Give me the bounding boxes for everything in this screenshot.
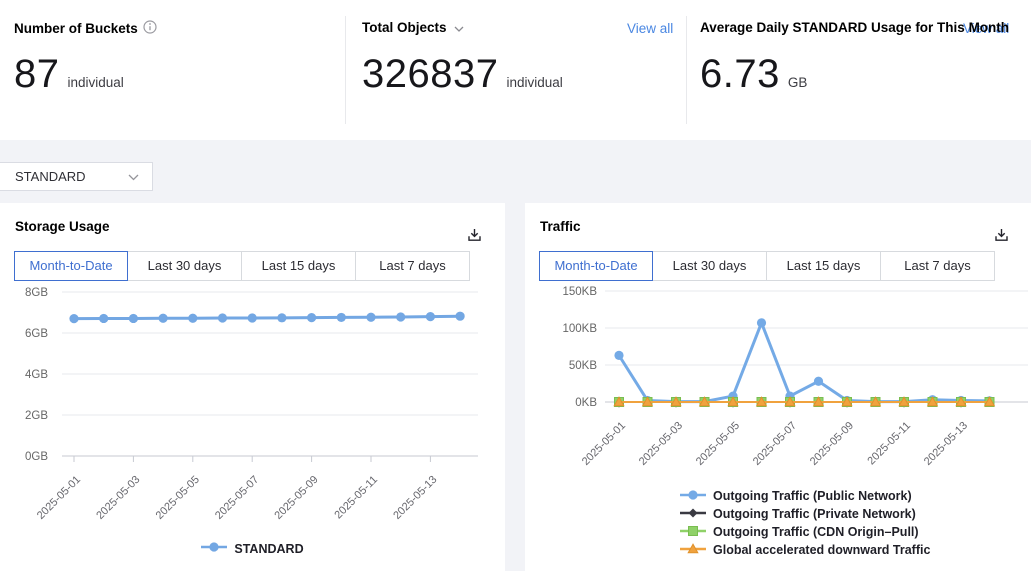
storage-class-select-value: STANDARD	[15, 169, 86, 184]
legend-label-standard: STANDARD	[234, 542, 303, 556]
legend-label-global-accelerated: Global accelerated downward Traffic	[713, 543, 930, 557]
storage-legend: STANDARD	[0, 541, 505, 556]
stat-value-buckets: 87	[14, 52, 60, 97]
traffic-tab-month-to-date[interactable]: Month-to-Date	[539, 251, 653, 281]
legend-marker-private-network	[680, 507, 706, 522]
svg-text:2025-05-13: 2025-05-13	[922, 420, 970, 468]
svg-text:0KB: 0KB	[575, 397, 597, 409]
legend-marker-cdn-origin-pull	[680, 525, 706, 540]
storage-tab-group: Month-to-Date Last 30 days Last 15 days …	[14, 251, 470, 281]
stat-title-buckets: Number of Buckets	[14, 20, 157, 37]
chevron-down-icon	[454, 20, 464, 35]
svg-text:6GB: 6GB	[25, 328, 48, 340]
stat-title-avg-usage-label: Average Daily STANDARD Usage for This Mo…	[700, 20, 1009, 35]
legend-marker-public-network	[680, 489, 706, 504]
traffic-chart[interactable]: 0KB50KB100KB150KB2025-05-012025-05-03202…	[525, 283, 1031, 483]
legend-label-public-network: Outgoing Traffic (Public Network)	[713, 489, 912, 503]
svg-text:100KB: 100KB	[562, 323, 597, 335]
svg-text:2025-05-13: 2025-05-13	[391, 474, 439, 522]
svg-text:50KB: 50KB	[569, 360, 597, 372]
legend-marker-global-accelerated	[680, 543, 706, 558]
traffic-tab-last-30-days[interactable]: Last 30 days	[653, 251, 767, 281]
storage-tab-month-to-date[interactable]: Month-to-Date	[14, 251, 128, 281]
svg-text:2025-05-11: 2025-05-11	[332, 474, 380, 522]
legend-item-standard[interactable]: STANDARD	[201, 541, 303, 556]
storage-tab-last-7-days[interactable]: Last 7 days	[356, 251, 470, 281]
svg-text:2025-05-01: 2025-05-01	[580, 420, 628, 468]
stat-unit-buckets: individual	[68, 75, 124, 90]
svg-text:0GB: 0GB	[25, 451, 48, 463]
legend-item-cdn-origin-pull[interactable]: Outgoing Traffic (CDN Origin–Pull)	[680, 523, 930, 541]
stat-value-avg-usage: 6.73	[700, 52, 780, 97]
svg-text:2GB: 2GB	[25, 410, 48, 422]
stat-panel-avg-usage: View all Average Daily STANDARD Usage fo…	[700, 0, 1031, 140]
svg-text:2025-05-05: 2025-05-05	[694, 420, 742, 468]
chevron-down-icon	[128, 168, 139, 186]
info-icon[interactable]	[143, 20, 157, 37]
legend-item-private-network[interactable]: Outgoing Traffic (Private Network)	[680, 505, 930, 523]
storage-usage-card: Storage Usage Month-to-Date Last 30 days…	[0, 203, 505, 571]
svg-text:4GB: 4GB	[25, 369, 48, 381]
svg-text:150KB: 150KB	[562, 286, 597, 298]
stat-title-objects-label: Total Objects	[362, 20, 447, 35]
traffic-tab-group: Month-to-Date Last 30 days Last 15 days …	[539, 251, 995, 281]
download-icon[interactable]	[464, 225, 484, 245]
stat-unit-avg-usage: GB	[788, 75, 808, 90]
storage-class-select[interactable]: STANDARD	[0, 162, 153, 191]
svg-text:2025-05-03: 2025-05-03	[637, 420, 685, 468]
svg-text:8GB: 8GB	[25, 287, 48, 299]
svg-text:2025-05-09: 2025-05-09	[808, 420, 856, 468]
traffic-card-title: Traffic	[540, 219, 581, 234]
svg-text:2025-05-01: 2025-05-01	[35, 474, 83, 522]
svg-text:2025-05-11: 2025-05-11	[865, 420, 913, 468]
stats-divider-1	[345, 16, 346, 124]
storage-tab-last-15-days[interactable]: Last 15 days	[242, 251, 356, 281]
svg-text:2025-05-09: 2025-05-09	[272, 474, 320, 522]
storage-tab-last-30-days[interactable]: Last 30 days	[128, 251, 242, 281]
traffic-tab-last-7-days[interactable]: Last 7 days	[881, 251, 995, 281]
stats-bar: Number of Buckets 87 individual Total Ob…	[0, 0, 1031, 140]
legend-item-global-accelerated[interactable]: Global accelerated downward Traffic	[680, 541, 930, 559]
view-all-objects-link[interactable]: View all	[627, 21, 673, 36]
stat-title-buckets-label: Number of Buckets	[14, 21, 138, 36]
legend-item-public-network[interactable]: Outgoing Traffic (Public Network)	[680, 487, 930, 505]
storage-card-title: Storage Usage	[15, 219, 110, 234]
legend-label-private-network: Outgoing Traffic (Private Network)	[713, 507, 916, 521]
svg-text:2025-05-07: 2025-05-07	[751, 420, 799, 468]
legend-marker-standard	[201, 541, 227, 556]
svg-text:2025-05-03: 2025-05-03	[94, 474, 142, 522]
storage-usage-chart[interactable]: 0GB2GB4GB6GB8GB2025-05-012025-05-032025-…	[0, 282, 505, 534]
stat-panel-buckets: Number of Buckets 87 individual	[14, 0, 334, 140]
download-icon[interactable]	[991, 225, 1011, 245]
traffic-card: Traffic Month-to-Date Last 30 days Last …	[525, 203, 1031, 571]
stat-panel-objects: Total Objects View all 326837 individual	[362, 0, 686, 140]
stat-unit-objects: individual	[506, 75, 562, 90]
svg-text:2025-05-07: 2025-05-07	[213, 474, 261, 522]
traffic-tab-last-15-days[interactable]: Last 15 days	[767, 251, 881, 281]
stats-divider-2	[686, 16, 687, 124]
stat-title-objects[interactable]: Total Objects	[362, 20, 464, 35]
stat-value-objects: 326837	[362, 52, 498, 97]
traffic-legend: Outgoing Traffic (Public Network) Outgoi…	[680, 487, 930, 559]
svg-text:2025-05-05: 2025-05-05	[154, 474, 202, 522]
stat-title-avg-usage: Average Daily STANDARD Usage for This Mo…	[700, 20, 1009, 35]
legend-label-cdn-origin-pull: Outgoing Traffic (CDN Origin–Pull)	[713, 525, 919, 539]
